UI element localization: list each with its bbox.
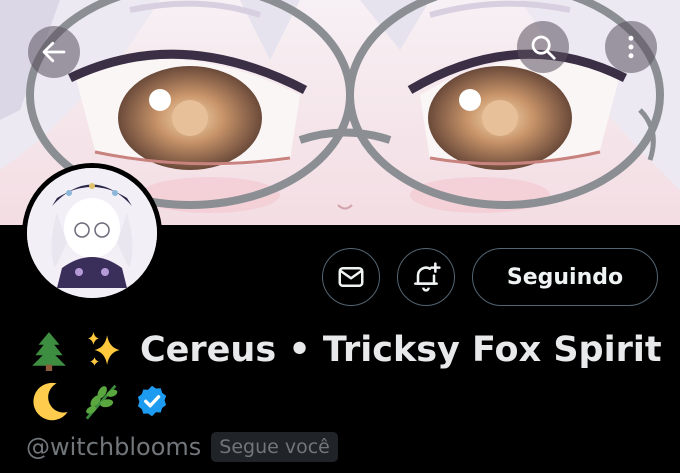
more-vertical-icon [628, 35, 634, 59]
sparkles-emoji [88, 332, 120, 366]
more-options-button[interactable] [605, 21, 657, 73]
evergreen-tree-emoji [32, 332, 66, 371]
back-button[interactable] [28, 26, 80, 78]
follows-you-badge: Segue você [211, 432, 338, 462]
avatar-image [27, 168, 157, 298]
search-button[interactable] [517, 21, 569, 73]
bell-plus-icon [414, 262, 441, 292]
message-button[interactable] [322, 248, 380, 306]
display-name: Cereus • Tricksy Fox Spirit [140, 330, 662, 370]
display-name-emoji-row [28, 378, 170, 424]
avatar[interactable] [22, 163, 162, 303]
search-icon [531, 35, 556, 60]
handle-row: @witchblooms Segue você [26, 428, 338, 466]
verified-badge-icon[interactable] [134, 383, 170, 419]
envelope-icon [338, 267, 364, 287]
herb-emoji [85, 384, 118, 420]
display-name-row: Cereus • Tricksy Fox Spirit [28, 325, 662, 375]
following-button[interactable]: Seguindo [472, 248, 658, 306]
user-handle: @witchblooms [26, 433, 202, 461]
crescent-moon-emoji [33, 382, 68, 421]
arrow-left-icon [42, 41, 66, 63]
following-button-label: Seguindo [506, 264, 624, 290]
notifications-button[interactable] [397, 248, 455, 306]
